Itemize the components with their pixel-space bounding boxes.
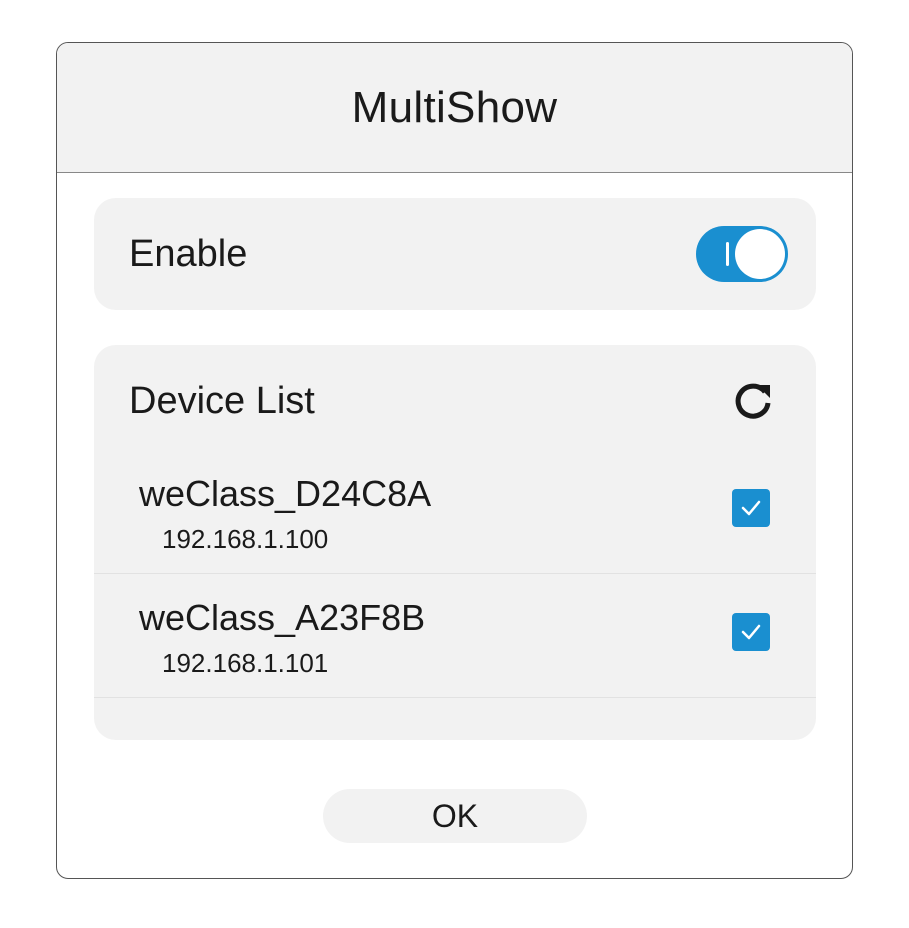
check-icon <box>741 500 761 516</box>
enable-label: Enable <box>129 232 248 275</box>
refresh-icon[interactable] <box>732 379 776 423</box>
device-checkbox[interactable] <box>732 613 770 651</box>
toggle-on-indicator <box>726 242 729 266</box>
device-list-title: Device List <box>129 379 315 422</box>
check-icon <box>741 624 761 640</box>
device-list-header: Device List <box>94 345 816 457</box>
device-row[interactable]: weClass_D24C8A 192.168.1.100 <box>94 451 816 574</box>
toggle-knob <box>735 229 785 279</box>
device-name: weClass_D24C8A <box>139 473 432 514</box>
device-ip: 192.168.1.100 <box>162 524 329 554</box>
dialog-title: MultiShow <box>351 82 558 132</box>
device-list-card: Device List weClass_D24C8A 192.168.1.100… <box>94 345 816 740</box>
device-name: weClass_A23F8B <box>139 597 426 638</box>
enable-card: Enable <box>94 198 816 310</box>
device-checkbox[interactable] <box>732 489 770 527</box>
ok-button[interactable]: OK <box>323 789 587 843</box>
device-row[interactable]: weClass_A23F8B 192.168.1.101 <box>94 575 816 698</box>
enable-toggle[interactable] <box>696 226 788 282</box>
multishow-dialog: MultiShow Enable Device List weClass_D24… <box>56 42 853 879</box>
device-ip: 192.168.1.101 <box>162 648 329 678</box>
dialog-header: MultiShow <box>57 43 852 173</box>
